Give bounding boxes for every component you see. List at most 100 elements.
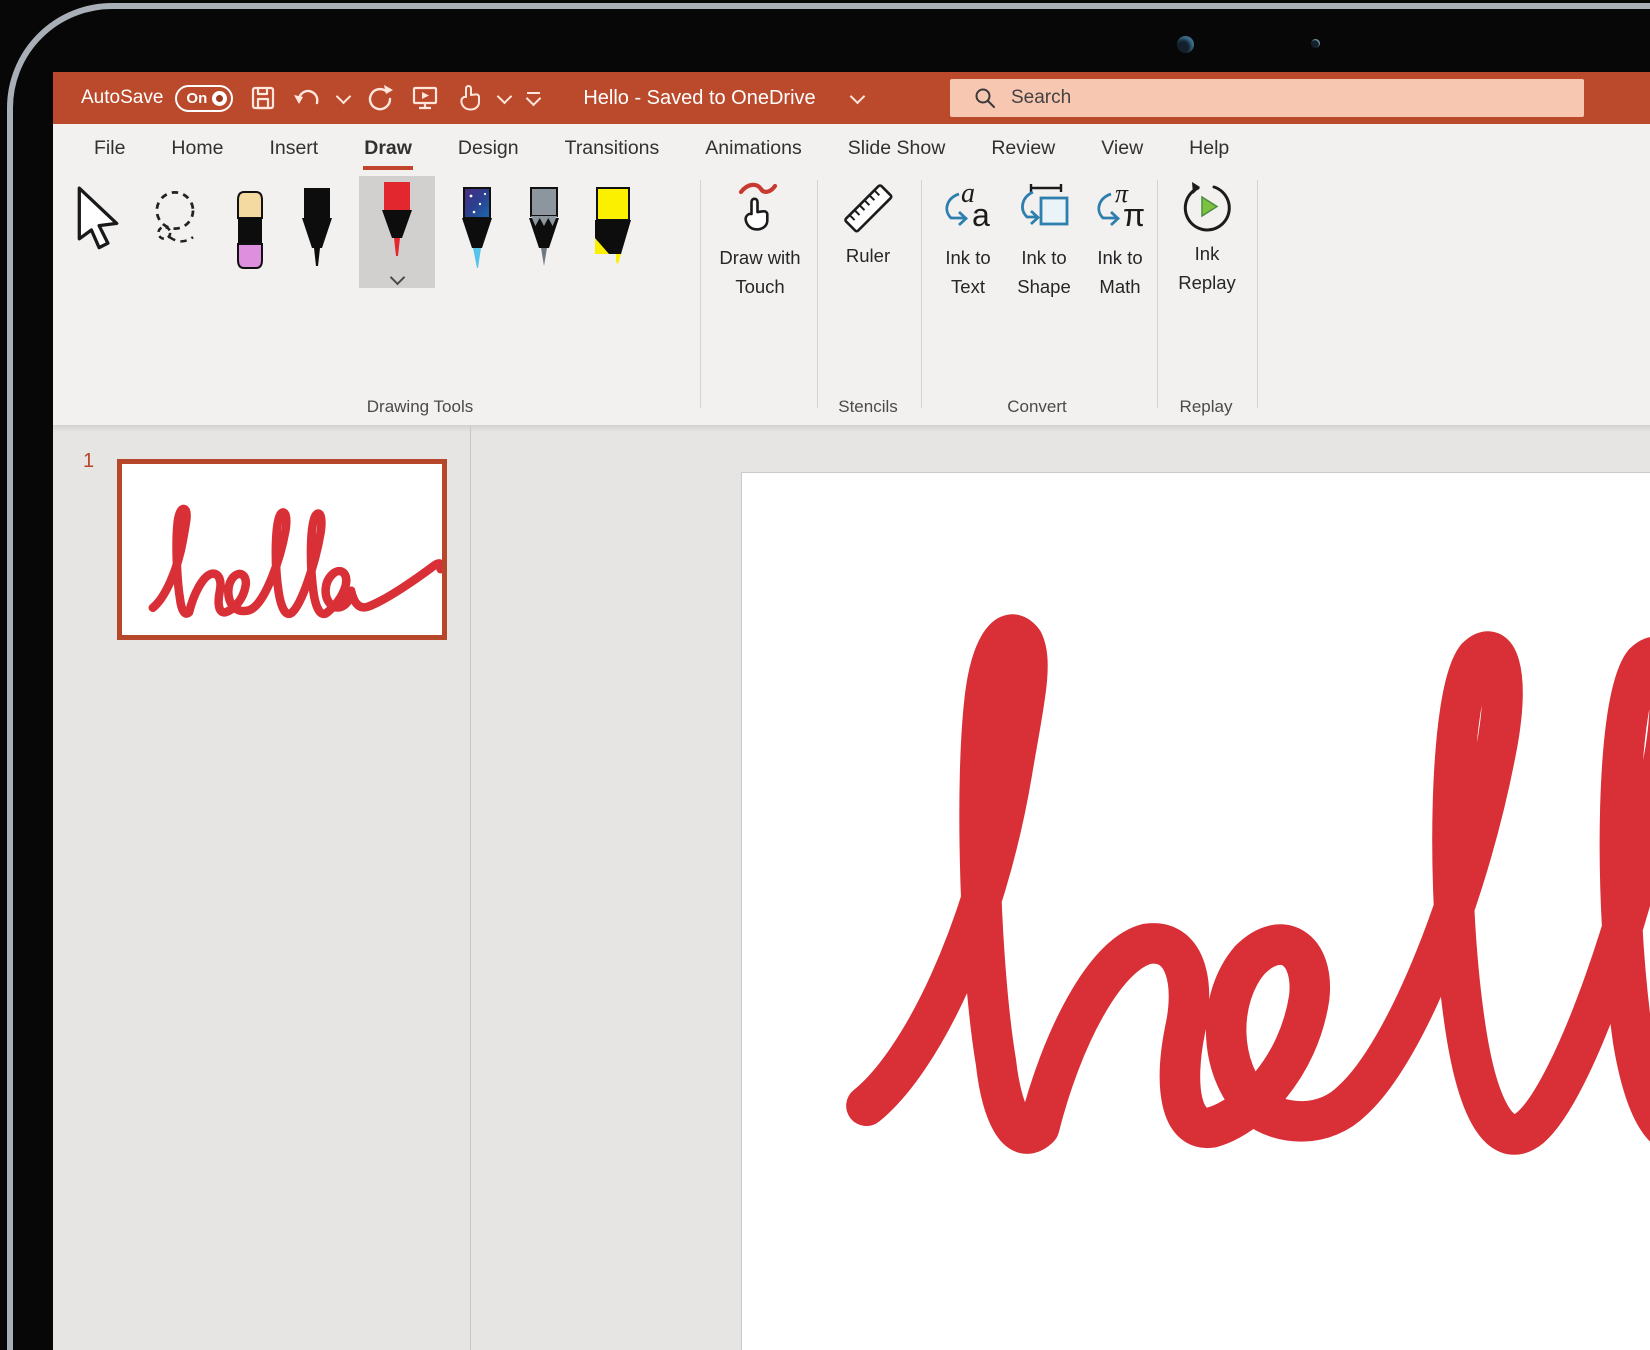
- powerpoint-window: AutoSave On: [53, 72, 1650, 1350]
- lasso-select-button[interactable]: [144, 182, 208, 256]
- touch-mouse-mode-button[interactable]: [456, 84, 482, 112]
- drawing-tools-group-label: Drawing Tools: [367, 397, 473, 417]
- tab-view[interactable]: View: [1078, 124, 1166, 172]
- red-pen-button-selected[interactable]: [359, 176, 435, 288]
- replay-group-label: Replay: [1180, 397, 1233, 417]
- ink-to-shape-icon: [1015, 180, 1073, 238]
- tab-home[interactable]: Home: [148, 124, 246, 172]
- slide-thumbnail[interactable]: [117, 459, 447, 640]
- galaxy-pen-button[interactable]: [452, 182, 502, 286]
- ink-to-text-icon: a a: [939, 180, 997, 238]
- undo-icon: [293, 85, 321, 111]
- redo-icon: [366, 84, 394, 112]
- tab-transitions[interactable]: Transitions: [542, 124, 683, 172]
- svg-text:π: π: [1123, 197, 1145, 233]
- undo-button[interactable]: [293, 85, 321, 111]
- title-bar: AutoSave On: [53, 72, 1650, 124]
- tab-label: Help: [1189, 137, 1229, 160]
- slide-canvas[interactable]: [741, 472, 1650, 1350]
- ink-to-shape-button[interactable]: Ink to Shape: [1007, 180, 1081, 301]
- redo-button[interactable]: [366, 84, 394, 112]
- autosave-label: AutoSave: [81, 87, 163, 109]
- ruler-button[interactable]: Ruler: [820, 180, 916, 270]
- tab-slide-show[interactable]: Slide Show: [825, 124, 969, 172]
- toggle-knob-icon: [212, 91, 227, 106]
- pen-options-chevron-icon[interactable]: [389, 270, 405, 286]
- canvas-ink-hello: [834, 472, 1650, 1311]
- galaxy-pen-icon: [454, 186, 500, 282]
- ink-replay-icon: [1180, 180, 1234, 234]
- eraser-tool-button[interactable]: [225, 182, 275, 286]
- group-separator: [1257, 180, 1258, 408]
- ink-to-text-label: Ink to Text: [936, 243, 1000, 301]
- ink-to-math-icon: π π: [1091, 180, 1149, 238]
- tab-label: Transitions: [565, 137, 660, 160]
- tab-label: Review: [991, 137, 1055, 160]
- ink-to-shape-label: Ink to Shape: [1012, 243, 1076, 301]
- draw-with-touch-icon: [733, 180, 787, 238]
- tab-animations[interactable]: Animations: [682, 124, 824, 172]
- tab-label: Animations: [705, 137, 801, 160]
- tab-review[interactable]: Review: [968, 124, 1078, 172]
- touch-mode-dropdown-chevron-icon[interactable]: [497, 88, 513, 104]
- pencil-tool-button[interactable]: [519, 182, 569, 286]
- tab-file[interactable]: File: [71, 124, 148, 172]
- camera-led-icon: [1311, 39, 1320, 48]
- tab-help[interactable]: Help: [1166, 124, 1252, 172]
- highlighter-icon: [588, 186, 638, 282]
- black-pen-icon: [294, 186, 340, 282]
- search-icon: [974, 87, 996, 109]
- quick-access-toolbar: AutoSave On: [53, 84, 540, 112]
- save-button[interactable]: [250, 85, 276, 111]
- title-dropdown-chevron-icon: [849, 88, 865, 104]
- select-cursor-icon: [71, 186, 125, 252]
- document-title: Hello - Saved to OneDrive: [583, 87, 815, 110]
- tab-label: Design: [458, 137, 519, 160]
- pencil-icon: [521, 186, 567, 282]
- tab-label: View: [1101, 137, 1143, 160]
- group-separator: [700, 180, 701, 408]
- document-title-area[interactable]: Hello - Saved to OneDrive: [513, 87, 933, 110]
- lasso-select-icon: [146, 186, 206, 252]
- save-icon: [250, 85, 276, 111]
- start-slideshow-button[interactable]: [411, 84, 439, 112]
- ink-replay-label: Ink Replay: [1172, 239, 1242, 297]
- editing-area: [471, 426, 1650, 1350]
- camera-icon: [1177, 36, 1194, 53]
- eraser-icon: [227, 186, 273, 282]
- ink-to-text-button[interactable]: a a Ink to Text: [931, 180, 1005, 301]
- draw-with-touch-button[interactable]: Draw with Touch: [708, 180, 812, 301]
- ruler-icon: [840, 180, 896, 236]
- drawing-tools-group: [69, 182, 640, 288]
- search-placeholder: Search: [1011, 87, 1071, 109]
- autosave-control: AutoSave On: [81, 85, 233, 112]
- ribbon: Draw with Touch Ruler a a: [53, 172, 1650, 426]
- svg-text:a: a: [972, 197, 990, 233]
- group-separator: [817, 180, 818, 408]
- tab-insert[interactable]: Insert: [246, 124, 341, 172]
- slide-number: 1: [83, 450, 94, 473]
- ink-to-math-label: Ink to Math: [1088, 243, 1152, 301]
- tab-draw[interactable]: Draw: [341, 124, 435, 172]
- tab-label: Home: [171, 137, 223, 160]
- workspace: 1: [53, 426, 1650, 1350]
- ribbon-tabs: File Home Insert Draw Design Transitions…: [53, 124, 1650, 172]
- group-separator: [921, 180, 922, 408]
- black-pen-button[interactable]: [292, 182, 342, 286]
- slide-thumbnails-panel: 1: [53, 426, 470, 1350]
- tab-design[interactable]: Design: [435, 124, 542, 172]
- undo-dropdown-chevron-icon[interactable]: [336, 88, 352, 104]
- touch-mouse-mode-icon: [456, 84, 482, 112]
- ruler-label: Ruler: [846, 241, 890, 270]
- convert-group-label: Convert: [1007, 397, 1067, 417]
- highlighter-tool-button[interactable]: [586, 182, 640, 286]
- ink-to-math-button[interactable]: π π Ink to Math: [1083, 180, 1157, 301]
- select-tool-button[interactable]: [69, 182, 127, 256]
- ink-replay-button[interactable]: Ink Replay: [1163, 180, 1251, 297]
- group-separator: [1157, 180, 1158, 408]
- autosave-state: On: [186, 90, 207, 107]
- autosave-toggle[interactable]: On: [175, 85, 233, 112]
- tab-label: Slide Show: [848, 137, 946, 160]
- search-input[interactable]: Search: [950, 79, 1584, 117]
- tab-label: Insert: [269, 137, 318, 160]
